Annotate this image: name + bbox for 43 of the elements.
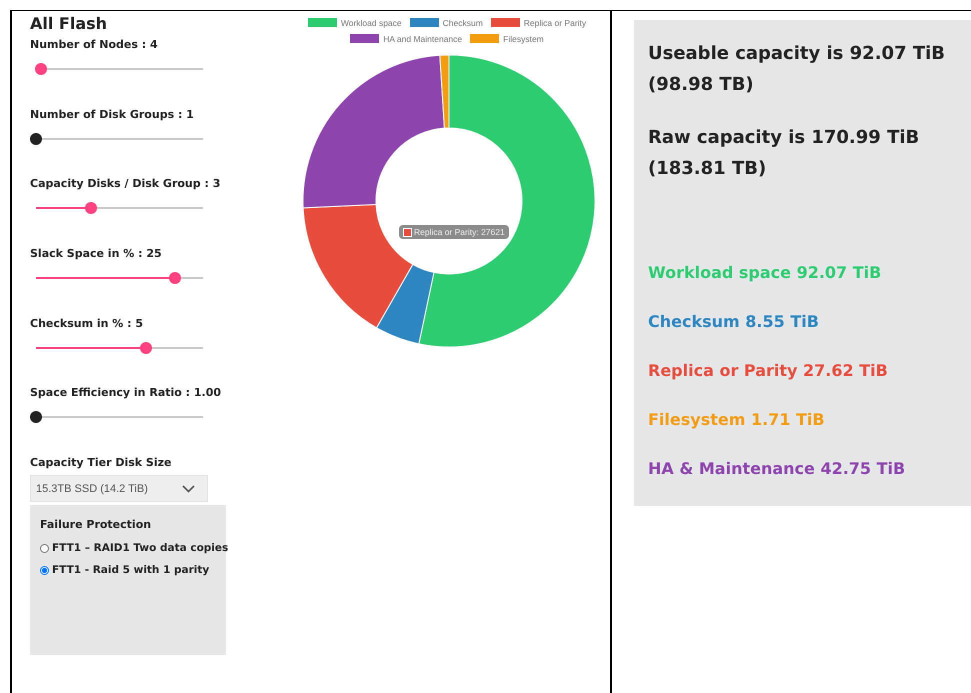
chevron-icon	[182, 484, 195, 493]
slider-label: Space Efficiency in Ratio : 1.00	[30, 386, 222, 400]
slider-label: Number of Disk Groups : 1	[30, 108, 195, 121]
slider-thumb[interactable]	[168, 272, 181, 284]
slider-thumb[interactable]	[140, 342, 152, 354]
legend-label: Workload space	[340, 18, 402, 28]
slider-thumb[interactable]	[35, 63, 47, 75]
dropdown[interactable]: 15.3TB SSD (14.2 TiB)	[30, 475, 208, 502]
capacity-item: Workload space 92.07 TiB	[648, 263, 882, 284]
capacity-text: Raw capacity is 170.99 TiB (183.81 TB)	[648, 126, 920, 181]
slider-thumb[interactable]	[30, 411, 42, 424]
donut-slice[interactable]	[439, 54, 450, 129]
slider-label: Number of Nodes : 4	[30, 38, 159, 51]
donut-slice[interactable]	[376, 264, 434, 344]
radio-button[interactable]	[40, 566, 49, 575]
legend-swatch	[350, 34, 380, 43]
radio-label[interactable]: FTT1 - Raid 5 with 1 parity	[52, 564, 210, 576]
dropdown-label: Capacity Tier Disk Size	[30, 456, 172, 470]
tooltip-text: Replica or Parity: 27621	[414, 227, 505, 237]
slider-label: Capacity Disks / Disk Group : 3	[30, 177, 222, 190]
page-title: All Flash	[30, 14, 108, 35]
donut-slice[interactable]	[302, 204, 414, 328]
slider-label: Checksum in % : 5	[30, 316, 144, 330]
capacity-item: Filesystem 1.71 TiB	[648, 410, 826, 431]
radio-label[interactable]: FTT1 – RAID1 Two data copies	[52, 542, 228, 554]
section-title: Failure Protection	[40, 518, 152, 532]
slider-thumb[interactable]	[85, 202, 98, 214]
capacity-item: Checksum 8.55 TiB	[648, 312, 820, 333]
legend-label: HA and Maintenance	[383, 34, 462, 44]
donut-slice[interactable]	[302, 54, 445, 208]
legend-label: Replica or Parity	[524, 18, 586, 28]
legend-swatch	[490, 18, 520, 27]
capacity-item: HA & Maintenance 42.75 TiB	[648, 459, 906, 480]
legend-swatch	[410, 18, 439, 27]
legend-label: Filesystem	[503, 34, 544, 44]
legend-label: Checksum	[442, 18, 483, 28]
capacity-item: Replica or Parity 27.62 TiB	[648, 361, 889, 382]
legend-swatch	[470, 34, 500, 43]
legend-swatch	[308, 18, 337, 27]
radio-button[interactable]	[40, 544, 49, 553]
capacity-text: Useable capacity is 92.07 TiB (98.98 TB)	[648, 42, 946, 97]
slider-thumb[interactable]	[30, 132, 42, 145]
slider-label: Slack Space in % : 25	[30, 247, 163, 260]
